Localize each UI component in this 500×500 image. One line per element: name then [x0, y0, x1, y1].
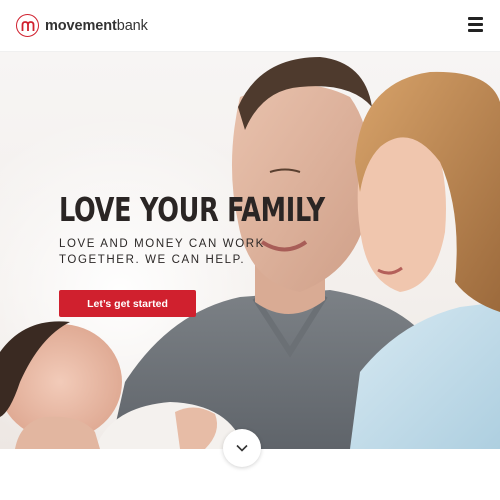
- logo-text-light: bank: [116, 17, 148, 34]
- get-started-button[interactable]: Let’s get started: [59, 290, 196, 317]
- hero-title: LOVE YOUR FAMILY: [59, 190, 325, 229]
- hero-section: LOVE YOUR FAMILY LOVE AND MONEY CAN WORK…: [0, 52, 500, 449]
- scroll-down-button[interactable]: [223, 429, 261, 467]
- hero-subtitle: LOVE AND MONEY CAN WORK TOGETHER. WE CAN…: [59, 238, 265, 266]
- logo-wordmark: movementbank: [45, 18, 148, 34]
- movementbank-logo[interactable]: movementbank: [16, 14, 148, 37]
- hamburger-menu-icon[interactable]: [468, 17, 483, 32]
- site-header: movementbank: [0, 0, 500, 52]
- chevron-down-icon: [236, 444, 248, 452]
- logo-m-icon: [16, 14, 39, 37]
- logo-text-bold: movement: [45, 17, 117, 34]
- hero-text-block: LOVE YOUR FAMILY LOVE AND MONEY CAN WORK…: [59, 190, 325, 317]
